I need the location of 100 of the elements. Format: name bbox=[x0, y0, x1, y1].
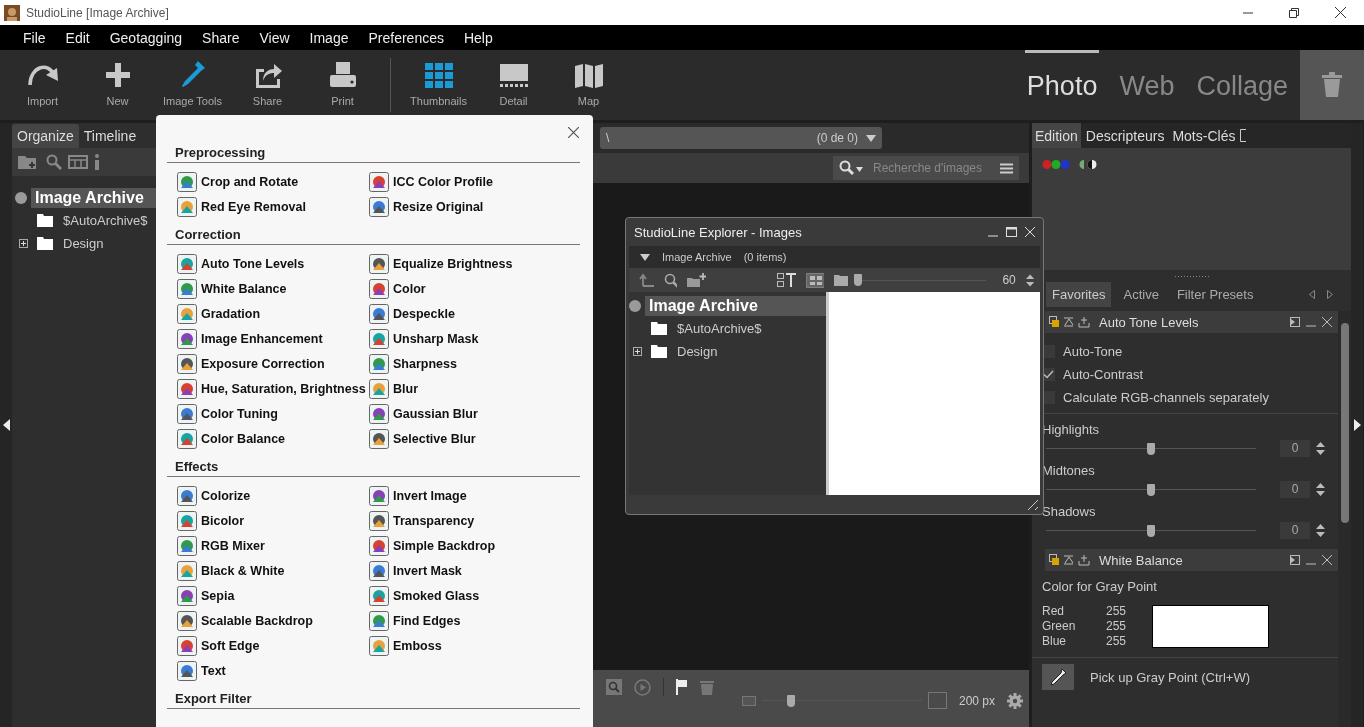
breadcrumb[interactable]: Image Archive bbox=[662, 251, 732, 263]
panel-tab[interactable]: Edition bbox=[1032, 123, 1081, 148]
tree-item[interactable]: Design bbox=[675, 344, 720, 359]
panel-header[interactable]: Auto Tone Levels bbox=[1045, 311, 1338, 333]
tool-menu-item[interactable]: Gradation bbox=[177, 301, 369, 326]
tool-menu-item[interactable]: Unsharp Mask bbox=[369, 326, 580, 351]
spinner-icon[interactable] bbox=[1316, 442, 1325, 455]
slider-thumb[interactable] bbox=[853, 274, 862, 286]
close-icon[interactable] bbox=[568, 127, 579, 138]
zoom-value[interactable]: 60 bbox=[1002, 273, 1016, 287]
slider-thumb[interactable] bbox=[1147, 483, 1155, 496]
parent-folder-icon[interactable] bbox=[639, 273, 654, 287]
eyedropper-button[interactable] bbox=[1042, 664, 1074, 690]
tool-menu-item[interactable]: Image Enhancement bbox=[177, 326, 369, 351]
tool-menu-item[interactable]: Color Tuning bbox=[177, 401, 369, 426]
value-field[interactable]: 0 bbox=[1280, 481, 1310, 498]
menu-item[interactable]: Edit bbox=[55, 29, 100, 46]
toolbar-button[interactable]: Detail bbox=[476, 50, 551, 120]
trash-button[interactable] bbox=[1300, 50, 1364, 120]
expand-icon[interactable] bbox=[18, 239, 28, 248]
menu-item[interactable]: Image bbox=[299, 29, 359, 46]
value-field[interactable]: 0 bbox=[1280, 440, 1310, 457]
menu-item[interactable]: View bbox=[249, 29, 300, 46]
resize-grip-icon[interactable] bbox=[1174, 274, 1209, 278]
spinner-icon[interactable] bbox=[1316, 483, 1325, 496]
tool-menu-item[interactable]: Text bbox=[177, 658, 369, 683]
close-icon[interactable] bbox=[1335, 7, 1346, 18]
tool-menu-item[interactable]: Invert Image bbox=[369, 483, 580, 508]
dock-icon[interactable] bbox=[1290, 317, 1300, 327]
tool-menu-item[interactable]: White Balance bbox=[177, 276, 369, 301]
panel-tools-icon[interactable] bbox=[1049, 316, 1093, 328]
tool-menu-item[interactable]: Color bbox=[369, 276, 580, 301]
info-icon[interactable] bbox=[94, 154, 100, 170]
filter-tab[interactable]: Favorites bbox=[1046, 282, 1112, 307]
caption-view-icon[interactable] bbox=[777, 273, 796, 287]
menu-item[interactable]: Preferences bbox=[358, 29, 454, 46]
panel-tab[interactable]: Timeline bbox=[78, 124, 142, 148]
search-icon[interactable] bbox=[839, 160, 863, 176]
tool-menu-item[interactable]: Exposure Correction bbox=[177, 351, 369, 376]
folder-icon[interactable] bbox=[834, 274, 848, 286]
grid-view-icon[interactable] bbox=[805, 272, 825, 288]
dropdown-icon[interactable] bbox=[866, 134, 876, 142]
tool-menu-item[interactable]: Auto Tone Levels bbox=[177, 251, 369, 276]
slider-thumb[interactable] bbox=[1147, 442, 1155, 455]
toolbar-button[interactable]: Map bbox=[551, 50, 626, 120]
slider-thumb[interactable] bbox=[1147, 524, 1155, 537]
search-field[interactable]: Recherche d'images bbox=[833, 156, 1019, 180]
restore-icon[interactable] bbox=[1289, 7, 1299, 18]
tool-menu-item[interactable]: Crop and Rotate bbox=[177, 169, 369, 194]
new-folder-icon[interactable] bbox=[687, 273, 706, 287]
menu-icon[interactable] bbox=[1000, 163, 1013, 174]
panel-tools-icon[interactable] bbox=[1049, 554, 1093, 566]
scrollbar[interactable] bbox=[1338, 311, 1351, 727]
tool-menu-item[interactable]: Sepia bbox=[177, 583, 369, 608]
toolbar-button[interactable]: New bbox=[80, 50, 155, 120]
tool-menu-item[interactable]: Invert Mask bbox=[369, 558, 580, 583]
tool-menu-item[interactable]: ICC Color Profile bbox=[369, 169, 580, 194]
settings-icon[interactable] bbox=[1007, 692, 1023, 709]
menu-item[interactable]: Geotagging bbox=[99, 29, 193, 46]
tool-menu-item[interactable]: Transparency bbox=[369, 508, 580, 533]
zoom-icon[interactable] bbox=[606, 679, 622, 695]
tool-menu-item[interactable]: Selective Blur bbox=[369, 426, 580, 451]
flag-icon[interactable] bbox=[676, 679, 688, 695]
tree-item[interactable]: Image Archive bbox=[645, 295, 826, 316]
path-field[interactable]: \ (0 de 0) bbox=[600, 127, 882, 149]
tool-menu-item[interactable]: Blur bbox=[369, 376, 580, 401]
menu-item[interactable]: Help bbox=[453, 29, 503, 46]
mode-tab[interactable]: Web bbox=[1117, 50, 1177, 120]
tool-menu-item[interactable]: Smoked Glass bbox=[369, 583, 580, 608]
table-icon[interactable] bbox=[68, 155, 88, 169]
search-icon[interactable] bbox=[663, 272, 678, 288]
mode-tab[interactable]: Photo bbox=[1024, 50, 1100, 120]
tool-menu-item[interactable]: Color Balance bbox=[177, 426, 369, 451]
toolbar-button[interactable]: Image Tools bbox=[155, 50, 230, 120]
tool-menu-item[interactable]: Hue, Saturation, Brightness bbox=[177, 376, 369, 401]
tool-menu-item[interactable]: Gaussian Blur bbox=[369, 401, 580, 426]
expand-left-icon[interactable] bbox=[2, 419, 10, 431]
menu-item[interactable]: Share bbox=[192, 29, 250, 46]
toolbar-button[interactable]: Import bbox=[5, 50, 80, 120]
toolbar-button[interactable]: Thumbnails bbox=[401, 50, 476, 120]
toolbar-button[interactable]: Print bbox=[305, 50, 380, 120]
panel-tab[interactable]: Descripteurs bbox=[1082, 123, 1168, 148]
filter-tab[interactable]: Filter Presets bbox=[1170, 282, 1260, 307]
tool-menu-item[interactable]: Soft Edge bbox=[177, 633, 369, 658]
collapse-triangle-icon[interactable] bbox=[640, 253, 650, 261]
expand-right-icon[interactable] bbox=[1353, 419, 1361, 431]
mode-tab[interactable]: Collage bbox=[1194, 50, 1290, 120]
close-icon[interactable] bbox=[1322, 317, 1332, 327]
maximize-icon[interactable] bbox=[1006, 227, 1017, 237]
spinner-icon[interactable] bbox=[1316, 524, 1325, 537]
next-icon[interactable] bbox=[1327, 290, 1333, 299]
tool-menu-item[interactable]: Scalable Backdrop bbox=[177, 608, 369, 633]
tree-item[interactable]: $AutoArchive$ bbox=[61, 213, 150, 228]
panel-header[interactable]: White Balance bbox=[1045, 549, 1338, 571]
value-field[interactable]: 0 bbox=[1280, 522, 1310, 539]
tree-item[interactable]: Design bbox=[61, 236, 106, 251]
tool-menu-item[interactable]: Bicolor bbox=[177, 508, 369, 533]
menu-item[interactable]: File bbox=[13, 29, 56, 46]
expand-icon[interactable] bbox=[632, 347, 642, 356]
tool-menu-item[interactable]: Black & White bbox=[177, 558, 369, 583]
